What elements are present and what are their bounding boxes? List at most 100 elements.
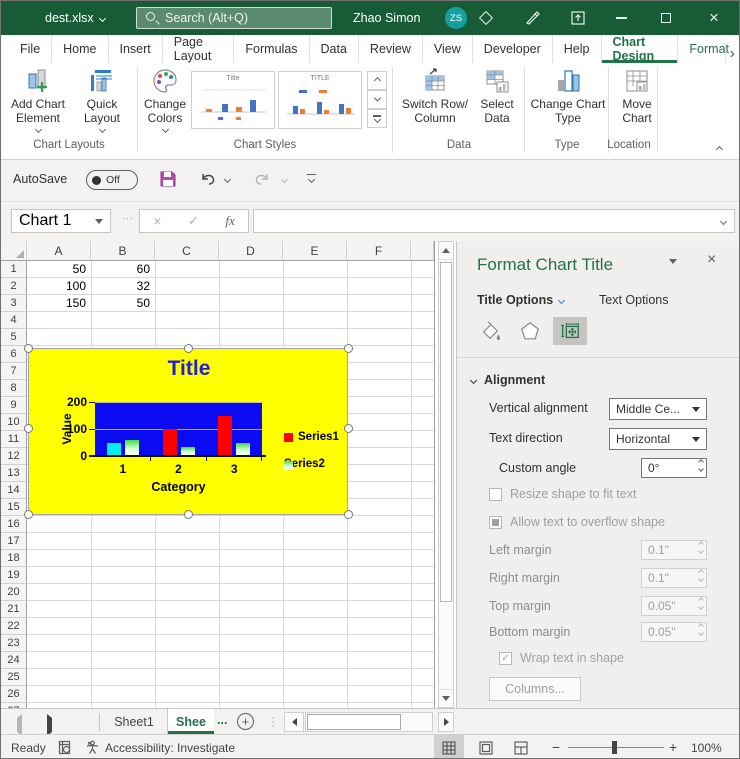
change-colors-button[interactable]: Change Colors (139, 66, 191, 132)
bar-Series1-cat2[interactable] (163, 429, 177, 456)
cell-B1[interactable]: 60 (91, 261, 154, 277)
zoom-level[interactable]: 100% (691, 741, 722, 755)
row-header-9[interactable]: 9 (1, 397, 27, 414)
ribbon-tab-file[interactable]: File (9, 35, 52, 63)
selection-handle[interactable] (24, 510, 33, 519)
vertical-scrollbar[interactable] (438, 241, 454, 708)
row-header-2[interactable]: 2 (1, 278, 27, 295)
row-header-3[interactable]: 3 (1, 295, 27, 312)
gallery-down-button[interactable] (367, 90, 387, 109)
change-chart-type-button[interactable]: Change Chart Type (529, 66, 607, 125)
size-properties-tab[interactable] (553, 317, 587, 345)
maximize-button[interactable] (651, 1, 681, 35)
text-direction-select[interactable]: Horizontal (609, 428, 707, 450)
row-header-25[interactable]: 25 (1, 669, 27, 686)
row-header-21[interactable]: 21 (1, 601, 27, 618)
selection-handle[interactable] (344, 424, 353, 433)
row-header-12[interactable]: 12 (1, 448, 27, 465)
cell-B2[interactable]: 32 (91, 278, 154, 294)
ribbon-tab-view[interactable]: View (423, 35, 473, 63)
column-header-D[interactable]: D (219, 241, 283, 261)
zoom-out-button[interactable]: − (552, 739, 560, 755)
pane-options-dropdown-icon[interactable] (669, 259, 677, 264)
selection-handle[interactable] (184, 344, 193, 353)
cell-A3[interactable]: 150 (27, 295, 90, 311)
selection-handle[interactable] (344, 344, 353, 353)
selection-handle[interactable] (24, 424, 33, 433)
view-normal-button[interactable] (434, 735, 464, 759)
name-box[interactable]: Chart 1 (11, 209, 111, 233)
pane-close-button[interactable]: × (707, 251, 716, 269)
move-chart-button[interactable]: Move Chart (611, 66, 663, 125)
bar-Series1-cat1[interactable] (107, 443, 121, 457)
hscroll-track[interactable] (305, 712, 433, 732)
legend-item-Series2[interactable]: Series2 (284, 458, 325, 470)
gallery-up-button[interactable] (367, 71, 387, 90)
ribbon-tab-chart-design[interactable]: Chart Design (602, 35, 679, 63)
document-title[interactable]: dest.xlsx (45, 1, 105, 35)
bar-Series1-cat3[interactable] (218, 416, 232, 457)
ribbon-tab-data[interactable]: Data (310, 35, 359, 63)
y-axis-title[interactable]: Value (60, 413, 74, 444)
alignment-section-header[interactable]: Alignment (471, 373, 545, 387)
vertical-alignment-select[interactable]: Middle Ce... (609, 398, 707, 420)
row-header-14[interactable]: 14 (1, 482, 27, 499)
row-header-1[interactable]: 1 (1, 261, 27, 278)
ribbon-tab-help[interactable]: Help (553, 35, 602, 63)
row-header-22[interactable]: 22 (1, 618, 27, 635)
expand-formula-bar-icon[interactable] (720, 217, 727, 224)
search-input[interactable]: Search (Alt+Q) (136, 7, 332, 29)
bar-Series2-cat1[interactable] (125, 440, 139, 456)
chart-style-thumbnail-1[interactable]: Title (191, 71, 275, 129)
cell-A2[interactable]: 100 (27, 278, 90, 294)
premium-diamond-icon[interactable] (471, 1, 501, 35)
sheet-tab-sheet1[interactable]: Sheet1 (101, 709, 167, 734)
cancel-icon[interactable]: × (153, 213, 161, 229)
ribbon-tab-page-layout[interactable]: Page Layout (163, 35, 235, 63)
select-all-corner[interactable] (1, 241, 27, 261)
row-header-8[interactable]: 8 (1, 380, 27, 397)
user-name[interactable]: Zhao Simon (353, 1, 420, 35)
close-button[interactable]: × (699, 1, 729, 35)
avatar[interactable]: ZS (445, 7, 467, 29)
column-header-F[interactable]: F (347, 241, 411, 261)
row-header-17[interactable]: 17 (1, 533, 27, 550)
scroll-up-button[interactable] (439, 242, 453, 260)
chart-style-thumbnail-2[interactable]: TITLE (278, 71, 362, 129)
zoom-slider-thumb[interactable] (612, 741, 617, 754)
save-button[interactable] (159, 170, 177, 191)
row-header-5[interactable]: 5 (1, 329, 27, 346)
row-header-18[interactable]: 18 (1, 550, 27, 567)
accessibility-icon[interactable] (85, 740, 100, 758)
row-header-24[interactable]: 24 (1, 652, 27, 669)
cell-B3[interactable]: 50 (91, 295, 154, 311)
hscroll-thumb[interactable] (307, 714, 401, 730)
gallery-more-button[interactable] (367, 109, 387, 128)
hscroll-left-button[interactable] (284, 712, 304, 732)
pen-mode-icon[interactable] (517, 1, 547, 35)
row-header-11[interactable]: 11 (1, 431, 27, 448)
status-accessibility[interactable]: Accessibility: Investigate (105, 741, 235, 755)
autosave-toggle[interactable]: Off (86, 170, 138, 190)
row-header-23[interactable]: 23 (1, 635, 27, 652)
selection-handle[interactable] (24, 344, 33, 353)
view-page-break-button[interactable] (506, 735, 536, 759)
chart-title[interactable]: Title (29, 357, 349, 381)
select-data-button[interactable]: Select Data (471, 66, 523, 125)
ribbon-tab-review[interactable]: Review (359, 35, 423, 63)
row-header-7[interactable]: 7 (1, 363, 27, 380)
redo-button[interactable] (253, 170, 271, 191)
sheet-grid[interactable]: ABCDEF 123456789101112131415161718192021… (1, 241, 456, 708)
view-page-layout-button[interactable] (471, 735, 501, 759)
quick-layout-button[interactable]: Quick Layout (73, 66, 131, 132)
formula-input[interactable] (253, 209, 735, 233)
selection-handle[interactable] (184, 510, 193, 519)
column-header-B[interactable]: B (91, 241, 155, 261)
customize-qat-button[interactable] (307, 174, 316, 182)
column-header-A[interactable]: A (27, 241, 91, 261)
row-header-4[interactable]: 4 (1, 312, 27, 329)
row-header-16[interactable]: 16 (1, 516, 27, 533)
custom-angle-spinner[interactable]: 0° (641, 458, 707, 478)
scroll-down-button[interactable] (439, 689, 453, 707)
column-header-C[interactable]: C (155, 241, 219, 261)
